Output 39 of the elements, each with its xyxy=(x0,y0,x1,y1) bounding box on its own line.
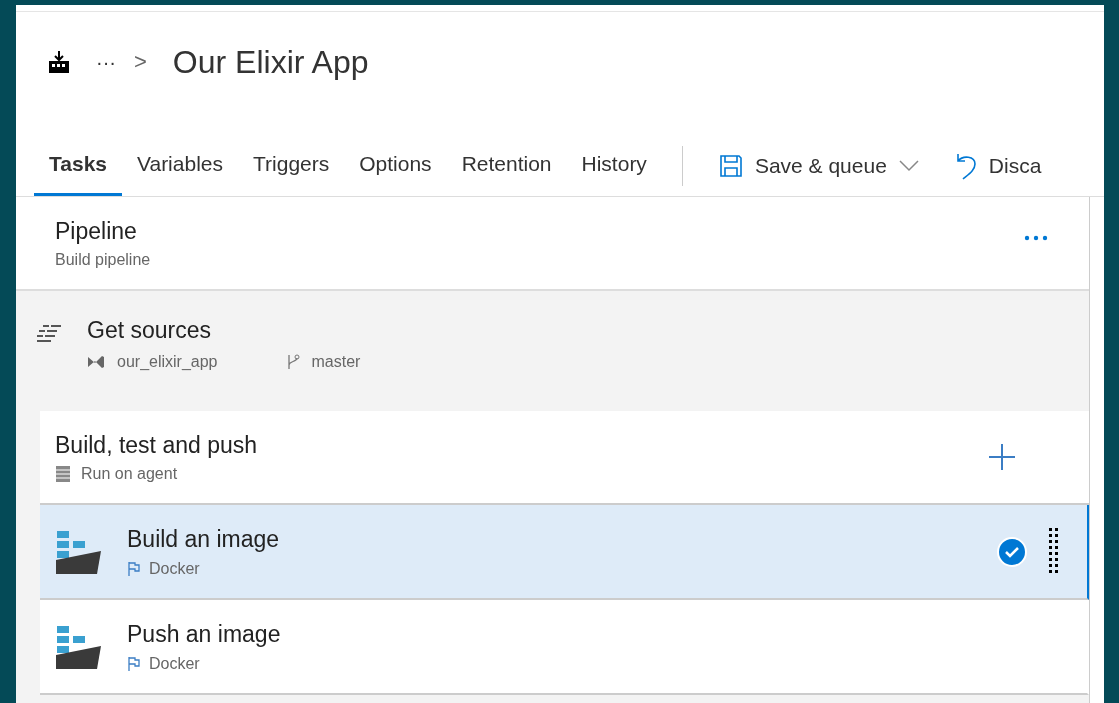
get-sources-title: Get sources xyxy=(87,316,212,345)
more-options-button[interactable] xyxy=(1022,233,1050,243)
task-type: Docker xyxy=(149,653,200,674)
pipeline-subtitle: Build pipeline xyxy=(55,250,151,271)
breadcrumb-separator: > xyxy=(134,48,147,76)
branch-icon xyxy=(285,352,300,371)
task-row[interactable]: Push an image Docker xyxy=(40,600,1089,695)
task-name: Build an image xyxy=(127,525,281,555)
agent-icon xyxy=(55,465,71,484)
check-circle-icon xyxy=(997,536,1027,567)
build-icon xyxy=(48,49,70,74)
page-title: Our Elixir App xyxy=(172,42,369,82)
tab[interactable]: Tasks xyxy=(34,135,122,196)
save-queue-button[interactable]: Save & queue xyxy=(702,135,935,196)
tab[interactable]: History xyxy=(566,135,662,196)
tab[interactable]: Triggers xyxy=(238,135,345,196)
repository-name: our_elixir_app xyxy=(117,351,218,372)
tab[interactable]: Retention xyxy=(446,135,567,196)
tab[interactable]: Variables xyxy=(122,135,238,196)
flag-icon xyxy=(127,560,141,577)
chevron-down-icon xyxy=(898,159,919,172)
sources-icon xyxy=(37,323,61,345)
branch-name: master xyxy=(311,351,361,372)
task-type: Docker xyxy=(149,558,200,579)
undo-icon xyxy=(954,151,977,180)
more-icon xyxy=(1024,235,1048,241)
job-subtitle: Run on agent xyxy=(81,464,178,485)
task-row[interactable]: Build an image Docker xyxy=(40,505,1089,600)
breadcrumb-more-button[interactable]: ··· xyxy=(96,46,116,77)
plus-icon xyxy=(988,443,1016,471)
job-title: Build, test and push xyxy=(55,430,258,460)
drag-handle-icon[interactable] xyxy=(1047,527,1061,576)
discard-button[interactable]: Disca xyxy=(934,135,1042,196)
pipeline-title: Pipeline xyxy=(55,216,138,246)
add-task-button[interactable] xyxy=(988,443,1016,471)
flag-icon xyxy=(127,655,141,672)
save-icon xyxy=(718,153,743,178)
tab[interactable]: Options xyxy=(344,135,447,196)
task-name: Push an image xyxy=(127,620,282,650)
